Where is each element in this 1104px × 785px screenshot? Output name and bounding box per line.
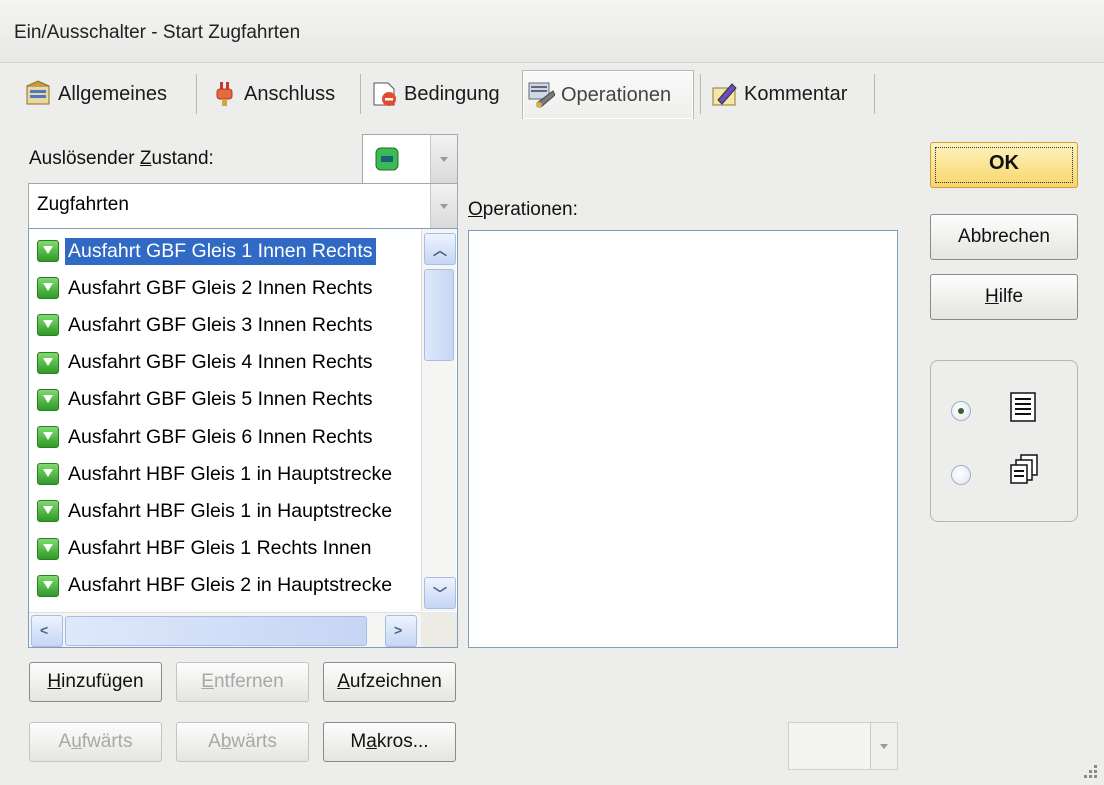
tab-separator bbox=[360, 74, 361, 114]
list-view-radio[interactable] bbox=[951, 401, 971, 421]
title-bar[interactable]: Ein/Ausschalter - Start Zugfahrten bbox=[0, 0, 1104, 63]
tab-kommentar[interactable]: Kommentar bbox=[710, 68, 860, 120]
tab-label: Kommentar bbox=[744, 82, 848, 105]
tab-label: Operationen bbox=[561, 83, 672, 106]
route-arrow-icon bbox=[37, 277, 59, 300]
dialog-window: Ein/Ausschalter - Start Zugfahrten Allge… bbox=[0, 0, 1104, 785]
trigger-state-label: Auslösender Zustand: bbox=[29, 148, 214, 169]
route-arrow-icon bbox=[37, 240, 59, 262]
tab-separator bbox=[700, 74, 701, 114]
list-item[interactable]: Ausfahrt GBF Gleis 2 Innen Rechts bbox=[29, 270, 419, 306]
route-arrow-icon bbox=[37, 426, 59, 448]
operations-list[interactable] bbox=[468, 230, 898, 648]
list-view-icon bbox=[1009, 391, 1037, 428]
tab-operationen[interactable]: Operationen bbox=[522, 70, 694, 119]
route-label: Ausfahrt HBF Gleis 1 in Hauptstrecke bbox=[68, 499, 393, 522]
ok-button[interactable]: OK bbox=[930, 142, 1078, 188]
scroll-up-button[interactable]: ︿ bbox=[424, 233, 456, 265]
tab-separator bbox=[196, 74, 197, 114]
route-label: Ausfahrt GBF Gleis 4 Innen Rechts bbox=[68, 351, 373, 374]
scroll-thumb[interactable] bbox=[424, 269, 454, 361]
state-dropdown[interactable] bbox=[362, 134, 458, 184]
route-arrow-icon bbox=[37, 574, 59, 597]
operations-icon bbox=[527, 81, 556, 109]
route-list[interactable]: Ausfahrt GBF Gleis 1 Innen Rechts Ausfahr… bbox=[28, 228, 458, 648]
scroll-left-button[interactable]: < bbox=[31, 615, 63, 647]
cancel-button[interactable]: Abbrechen bbox=[930, 214, 1078, 260]
list-item[interactable]: Ausfahrt HBF Gleis 1 Rechts Innen bbox=[29, 531, 419, 567]
plug-icon bbox=[210, 80, 238, 108]
resize-grip[interactable] bbox=[1084, 765, 1098, 779]
tab-label: Anschluss bbox=[244, 82, 336, 105]
category-dropdown[interactable]: Zugfahrten bbox=[28, 183, 458, 229]
ok-label: OK bbox=[935, 147, 1073, 183]
route-label: Ausfahrt GBF Gleis 1 Innen Rechts bbox=[65, 237, 376, 265]
chevron-down-icon[interactable] bbox=[430, 135, 457, 183]
multi-page-icon bbox=[1009, 453, 1041, 490]
route-label: Ausfahrt HBF Gleis 2 in Hauptstrecke bbox=[68, 574, 393, 597]
move-up-button[interactable]: Aufwärts bbox=[29, 722, 162, 762]
list-item[interactable]: Ausfahrt GBF Gleis 3 Innen Rechts bbox=[29, 307, 419, 343]
route-label: Ausfahrt GBF Gleis 6 Innen Rechts bbox=[68, 425, 373, 448]
route-label: Ausfahrt HBF Gleis 1 Rechts Innen bbox=[68, 537, 372, 560]
multi-page-radio[interactable] bbox=[951, 465, 971, 485]
route-arrow-icon bbox=[37, 314, 59, 337]
route-label: Ausfahrt GBF Gleis 2 Innen Rechts bbox=[68, 276, 373, 299]
route-label: Ausfahrt HBF Gleis 1 in Hauptstrecke bbox=[68, 462, 393, 485]
tab-label: Allgemeines bbox=[58, 82, 167, 105]
comment-icon bbox=[710, 80, 738, 108]
condition-icon bbox=[370, 80, 398, 108]
route-arrow-icon bbox=[37, 463, 59, 486]
move-down-button[interactable]: Abwärts bbox=[176, 722, 309, 762]
list-item[interactable]: Ausfahrt GBF Gleis 4 Innen Rechts bbox=[29, 345, 419, 381]
scroll-corner bbox=[421, 612, 457, 647]
route-arrow-icon bbox=[37, 537, 59, 560]
tab-bedingung[interactable]: Bedingung bbox=[370, 68, 525, 120]
vertical-scrollbar[interactable]: ︿ ﹀ bbox=[421, 229, 456, 611]
route-label: Ausfahrt GBF Gleis 3 Innen Rechts bbox=[68, 313, 373, 336]
window-title: Ein/Ausschalter - Start Zugfahrten bbox=[14, 22, 301, 43]
route-arrow-icon bbox=[37, 388, 59, 411]
tab-anschluss[interactable]: Anschluss bbox=[210, 68, 355, 120]
tab-label: Bedingung bbox=[404, 82, 500, 105]
horizontal-scrollbar[interactable]: < > bbox=[29, 612, 421, 647]
add-button[interactable]: Hinzufügen bbox=[29, 662, 162, 702]
record-button[interactable]: Aufzeichnen bbox=[323, 662, 456, 702]
scroll-down-button[interactable]: ﹀ bbox=[424, 577, 456, 609]
list-item[interactable]: Ausfahrt GBF Gleis 1 Innen Rechts bbox=[29, 233, 419, 269]
tab-separator bbox=[874, 74, 875, 114]
chevron-down-icon[interactable] bbox=[870, 723, 897, 769]
chevron-down-icon[interactable] bbox=[430, 184, 457, 228]
list-item[interactable]: Ausfahrt GBF Gleis 6 Innen Rechts bbox=[29, 419, 419, 455]
list-item[interactable]: Ausfahrt HBF Gleis 2 in Hauptstrecke bbox=[29, 568, 419, 604]
tab-allgemeines[interactable]: Allgemeines bbox=[24, 68, 189, 120]
scroll-thumb[interactable] bbox=[65, 616, 367, 646]
green-state-icon bbox=[375, 147, 399, 176]
route-arrow-icon bbox=[37, 351, 59, 374]
help-button[interactable]: Hilfe bbox=[930, 274, 1078, 320]
empty-dropdown[interactable] bbox=[788, 722, 898, 770]
operations-label: Operationen: bbox=[468, 199, 578, 220]
macros-button[interactable]: Makros... bbox=[323, 722, 456, 762]
list-item[interactable]: Ausfahrt GBF Gleis 5 Innen Rechts bbox=[29, 382, 419, 418]
view-mode-group bbox=[930, 360, 1078, 522]
remove-button[interactable]: Entfernen bbox=[176, 662, 309, 702]
properties-icon bbox=[24, 80, 52, 108]
route-arrow-icon bbox=[37, 500, 59, 523]
route-label: Ausfahrt GBF Gleis 5 Innen Rechts bbox=[68, 388, 373, 411]
category-value: Zugfahrten bbox=[37, 194, 129, 215]
list-item[interactable]: Ausfahrt HBF Gleis 1 in Hauptstrecke bbox=[29, 493, 419, 529]
scroll-right-button[interactable]: > bbox=[385, 615, 417, 647]
list-item[interactable]: Ausfahrt HBF Gleis 1 in Hauptstrecke bbox=[29, 456, 419, 492]
